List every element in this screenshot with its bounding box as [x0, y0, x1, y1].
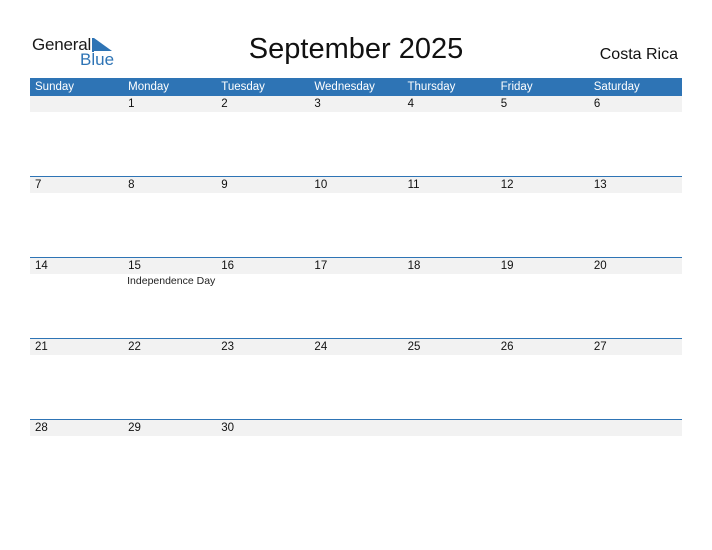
day-cell[interactable]: 4	[403, 95, 496, 176]
day-cell[interactable]: 7	[30, 176, 123, 257]
holiday-label: Independence Day	[127, 275, 216, 287]
day-cell[interactable]: 14	[30, 257, 123, 338]
day-number: 15	[128, 260, 141, 272]
day-cell[interactable]: 9	[216, 176, 309, 257]
day-number: 20	[593, 260, 607, 272]
day-number: 17	[314, 260, 328, 272]
weekday-wednesday: Wednesday	[314, 81, 375, 93]
day-number: 4	[407, 98, 414, 110]
day-cell[interactable]	[589, 419, 682, 500]
day-number: 2	[221, 98, 228, 110]
day-number: 6	[593, 98, 601, 110]
day-number: 27	[593, 341, 607, 353]
weekday-header: Sunday Monday Tuesday Wednesday Thursday…	[30, 78, 682, 96]
day-cell[interactable]: 12	[496, 176, 589, 257]
day-number: 14	[35, 260, 48, 272]
day-number: 1	[128, 98, 135, 110]
day-number: 9	[221, 179, 228, 191]
day-number: 21	[35, 341, 48, 353]
day-cell[interactable]: 16	[216, 257, 309, 338]
day-number: 12	[500, 179, 514, 191]
day-cell[interactable]: 2	[216, 95, 309, 176]
day-number: 5	[500, 98, 508, 110]
weekday-saturday: Saturday	[593, 81, 640, 93]
day-cell[interactable]: 29	[123, 419, 216, 500]
day-number: 26	[500, 341, 514, 353]
week-row: 1 2 3 4 5 6	[30, 95, 682, 176]
day-cell[interactable]: 3	[309, 95, 402, 176]
weekday-friday: Friday	[500, 81, 533, 93]
day-number: 7	[35, 179, 42, 191]
day-number: 24	[314, 341, 328, 353]
week-row: 21 22 23 24 25 26 27	[30, 338, 682, 419]
day-cell[interactable]: 8	[123, 176, 216, 257]
weekday-sunday: Sunday	[35, 81, 75, 93]
day-cell[interactable]: 18	[403, 257, 496, 338]
day-cell[interactable]: 26	[496, 338, 589, 419]
day-number: 19	[500, 260, 514, 272]
day-number: 23	[221, 341, 235, 353]
day-number: 8	[128, 179, 135, 191]
day-cell[interactable]: 22	[123, 338, 216, 419]
day-cell[interactable]: 15 Independence Day	[123, 257, 216, 338]
day-number: 25	[407, 341, 421, 353]
day-cell[interactable]: 21	[30, 338, 123, 419]
day-cell[interactable]: 17	[309, 257, 402, 338]
day-cell[interactable]: 10	[309, 176, 402, 257]
day-cell[interactable]: 30	[216, 419, 309, 500]
day-number: 22	[128, 341, 141, 353]
week-row: 7 8 9 10 11 12 13	[30, 176, 682, 257]
day-cell[interactable]: 25	[403, 338, 496, 419]
day-number: 28	[35, 422, 48, 434]
day-number: 18	[407, 260, 421, 272]
weekday-tuesday: Tuesday	[221, 81, 265, 93]
day-cell[interactable]: 19	[496, 257, 589, 338]
day-cell[interactable]: 27	[589, 338, 682, 419]
day-cell[interactable]: 13	[589, 176, 682, 257]
weekday-monday: Monday	[128, 81, 170, 93]
day-number: 11	[407, 179, 420, 191]
week-row: 28 29 30	[30, 419, 682, 500]
country-label: Costa Rica	[599, 46, 678, 63]
day-cell[interactable]	[403, 419, 496, 500]
day-cell[interactable]: 20	[589, 257, 682, 338]
day-number: 13	[593, 179, 607, 191]
day-number: 3	[314, 98, 321, 110]
day-number: 10	[314, 179, 328, 191]
day-cell[interactable]: 28	[30, 419, 123, 500]
day-cell[interactable]	[30, 95, 123, 176]
day-cell[interactable]: 5	[496, 95, 589, 176]
day-cell[interactable]: 23	[216, 338, 309, 419]
day-cell[interactable]: 11	[403, 176, 496, 257]
day-number: 16	[221, 260, 235, 272]
day-number: 30	[221, 422, 235, 434]
day-cell[interactable]: 6	[589, 95, 682, 176]
day-number: 29	[128, 422, 141, 434]
weekday-thursday: Thursday	[407, 81, 456, 93]
day-cell[interactable]	[309, 419, 402, 500]
day-cell[interactable]: 1	[123, 95, 216, 176]
week-row: 14 15 Independence Day 16 17 18 19 20	[30, 257, 682, 338]
day-cell[interactable]	[496, 419, 589, 500]
day-cell[interactable]: 24	[309, 338, 402, 419]
